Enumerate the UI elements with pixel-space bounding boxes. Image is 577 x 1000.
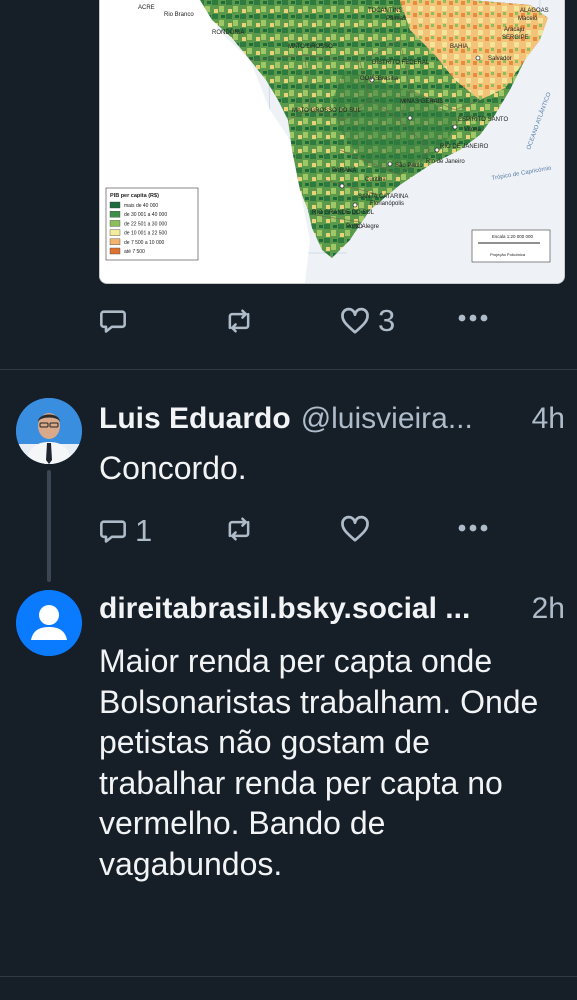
map-label: Porto Alegre [346, 224, 380, 230]
post-text: Maior renda per capta onde Bolsonaristas… [99, 643, 539, 882]
map-scale: Escala 1:20 000 000 Projeção Policônica [471, 229, 551, 263]
map-label: Curitiba [365, 177, 386, 183]
map-label: PARANÁ [332, 167, 356, 174]
legend-label: mais de 40 000 [124, 203, 158, 209]
user-handle[interactable]: @luisvieira... [301, 402, 524, 436]
more-icon [458, 524, 488, 532]
map-label: Florianópolis [370, 201, 404, 207]
map-label: ACRE [138, 5, 155, 11]
more-options-button[interactable] [458, 523, 488, 533]
like-count: 3 [378, 303, 396, 338]
map-label: MATO GROSSO DO SUL [292, 108, 361, 114]
avatar[interactable] [16, 398, 82, 464]
more-options-button[interactable] [458, 313, 488, 323]
legend-swatch [109, 238, 121, 246]
map-label: Brasília [378, 76, 399, 82]
map-label: ALAGOAS [520, 8, 549, 14]
like-button[interactable] [340, 515, 370, 543]
map-label: Rio Branco [164, 12, 194, 18]
legend-swatch [109, 229, 121, 236]
map-label: SERGIPE [502, 35, 529, 41]
more-icon [458, 314, 488, 322]
legend-label: de 7 500 a 10 000 [124, 240, 165, 246]
repost-icon [228, 309, 250, 333]
user-handle[interactable]: direitabrasil.bsky.social ... [99, 592, 524, 626]
repost-icon [228, 517, 250, 541]
map-label: SANTA CATARINA [358, 194, 408, 200]
avatar-photo [16, 398, 82, 464]
legend-swatch [109, 210, 121, 218]
post-header: Luis Eduardo @luisvieira... 4h [99, 402, 565, 442]
post-text: Concordo. [99, 450, 247, 486]
reply-button[interactable]: 1 [99, 515, 152, 546]
default-avatar-icon [16, 590, 82, 656]
heart-icon [341, 307, 369, 334]
legend-title: PIB per capita (R$) [110, 193, 159, 199]
post-actions: 3 [99, 303, 499, 343]
avatar[interactable] [16, 590, 82, 656]
legend-swatch [109, 201, 121, 209]
svg-text:Escala 1:20 000 000: Escala 1:20 000 000 [492, 234, 534, 239]
map-label: MINAS GERAIS [400, 99, 443, 105]
map-label: BAHIA [450, 44, 468, 50]
divider [0, 976, 577, 977]
legend-label: de 10 001 a 22 500 [124, 231, 167, 237]
heart-icon [341, 515, 369, 542]
reply-icon [100, 519, 126, 543]
reply-count: 1 [135, 513, 153, 548]
repost-button[interactable] [223, 307, 255, 335]
post-actions: 1 [99, 511, 499, 551]
svg-text:Projeção Policônica: Projeção Policônica [490, 252, 526, 257]
map-label: DISTRITO FEDERAL [372, 60, 430, 66]
map-label: Rio de Janeiro [426, 159, 465, 165]
map-label: Maceió [518, 16, 538, 22]
map-label: Salvador [488, 56, 512, 62]
map-label: TOCANTINS [368, 8, 403, 14]
map-label: RIO GRANDE DO SUL [312, 210, 375, 216]
map-label: Palmas [386, 16, 406, 22]
post-header: direitabrasil.bsky.social ... 2h [99, 592, 565, 632]
map-label: ESPÍRITO SANTO [458, 116, 508, 123]
divider [0, 369, 577, 370]
legend-label: de 22 501 a 30 000 [124, 221, 167, 227]
map-label: Vitória [464, 127, 482, 133]
legend-swatch [109, 220, 121, 227]
map-label: Aracaju [504, 27, 524, 33]
map-image[interactable]: ACRE Rio Branco RONDÔNIA MATO GROSSO TOC… [99, 0, 565, 284]
legend-swatch [109, 247, 121, 255]
thread-line [47, 470, 51, 582]
display-name[interactable]: Luis Eduardo [99, 402, 291, 436]
map-label: RONDÔNIA [212, 29, 244, 36]
map-label: MATO GROSSO [288, 44, 333, 50]
brazil-gdp-map: ACRE Rio Branco RONDÔNIA MATO GROSSO TOC… [100, 0, 564, 283]
reply-button[interactable] [99, 307, 127, 335]
repost-button[interactable] [223, 515, 255, 543]
map-label: São Paulo [395, 163, 423, 169]
map-legend: PIB per capita (R$) mais de 40 000 de 30 … [105, 187, 199, 261]
post-time[interactable]: 2h [532, 592, 565, 626]
map-label: RIO DE JANEIRO [440, 144, 489, 150]
legend-label: de 30 001 a 40 000 [124, 212, 167, 218]
reply-icon [100, 310, 126, 333]
legend-label: até 7 500 [124, 249, 145, 255]
post-time[interactable]: 4h [532, 402, 565, 436]
map-label: GOIÁS [360, 75, 379, 82]
like-button[interactable]: 3 [340, 305, 395, 336]
